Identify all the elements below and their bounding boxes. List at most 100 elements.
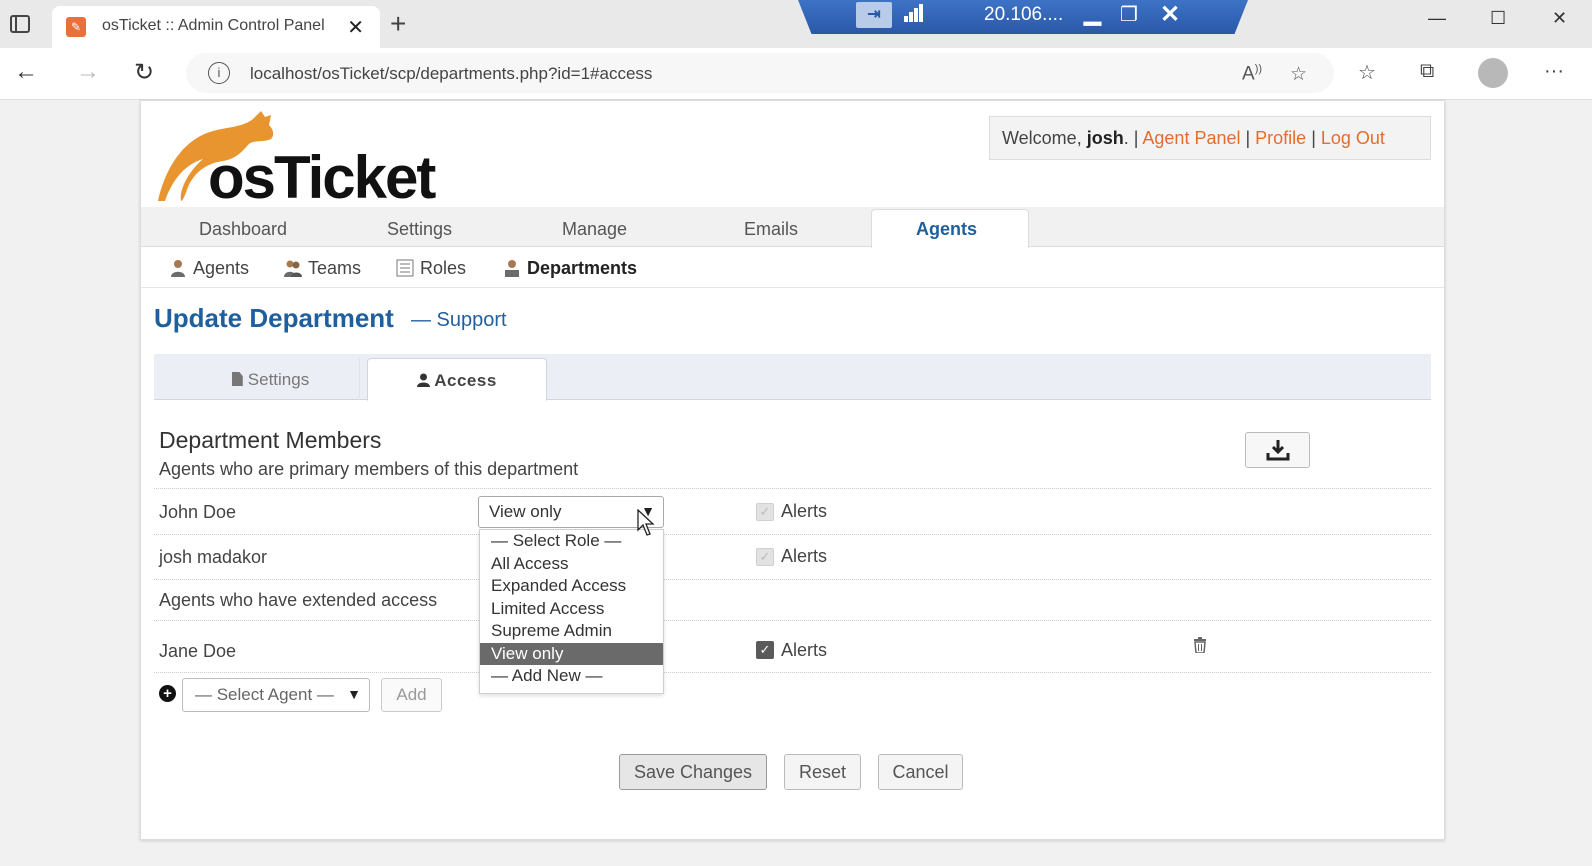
download-button[interactable] [1245, 432, 1310, 468]
tab-settings[interactable]: Settings [182, 358, 360, 400]
profile-avatar[interactable] [1478, 58, 1508, 88]
address-bar-row: ← → ↻ i localhost/osTicket/scp/departmen… [0, 48, 1592, 100]
tab-settings-label: Settings [247, 370, 310, 389]
nav-settings[interactable]: Settings [387, 219, 452, 240]
extended-members-subheading: Agents who have extended access [159, 590, 438, 610]
welcome-prefix: Welcome, [1002, 128, 1087, 148]
remote-restore-icon[interactable]: ❐ [1120, 2, 1138, 27]
alerts-checkbox[interactable]: ✓ [756, 503, 774, 521]
browser-tab-bar: ✎ osTicket :: Admin Control Panel ✕ + ⇥ … [0, 0, 1592, 48]
admin-page: osTicket Welcome, josh. | Agent Panel | … [140, 100, 1445, 840]
page-subtitle: — Support [411, 309, 507, 331]
member-name: John Doe [159, 502, 237, 522]
logout-link[interactable]: Log Out [1321, 128, 1385, 148]
add-agent-button[interactable]: Add [381, 678, 442, 712]
save-changes-button[interactable]: Save Changes [619, 754, 767, 790]
collections-icon[interactable]: ⧉ [1420, 60, 1434, 83]
signal-icon [904, 4, 924, 22]
reset-button[interactable]: Reset [784, 754, 861, 790]
logo[interactable]: osTicket [153, 109, 443, 211]
nav-emails[interactable]: Emails [744, 219, 798, 240]
window-close-icon[interactable]: ✕ [1552, 8, 1567, 29]
nav-agents[interactable]: Agents [916, 219, 977, 240]
username: josh [1086, 128, 1124, 148]
tab-title: osTicket :: Admin Control Panel [102, 17, 325, 34]
separator: | [1306, 128, 1321, 148]
url-text[interactable]: localhost/osTicket/scp/departments.php?i… [250, 64, 652, 84]
remote-close-icon[interactable]: ✕ [1160, 0, 1180, 29]
department-icon [505, 260, 519, 277]
welcome-box: Welcome, josh. | Agent Panel | Profile |… [989, 116, 1431, 160]
remote-minimize-icon[interactable]: ▁ [1084, 0, 1101, 26]
trash-icon[interactable] [1193, 637, 1207, 653]
download-icon [1266, 440, 1290, 461]
subnav-departments-label: Departments [527, 258, 638, 278]
row-divider [154, 620, 1431, 621]
new-tab-button[interactable]: + [390, 8, 406, 40]
mouse-cursor-icon [637, 509, 655, 536]
role-option[interactable]: Expanded Access [480, 575, 663, 598]
window-maximize-icon[interactable]: ☐ [1490, 8, 1506, 29]
role-dropdown-list: — Select Role — All Access Expanded Acce… [479, 529, 664, 694]
agent-icon [171, 260, 185, 277]
role-option-selected[interactable]: View only [480, 642, 663, 665]
profile-link[interactable]: Profile [1255, 128, 1306, 148]
alerts-checkbox[interactable]: ✓ [756, 641, 774, 659]
logo-text: osTicket [208, 144, 436, 211]
member-name: Jane Doe [159, 641, 237, 661]
agent-panel-link[interactable]: Agent Panel [1142, 128, 1240, 148]
separator: | [1240, 128, 1256, 148]
select-agent-dropdown[interactable]: — Select Agent — ▼ [182, 678, 370, 712]
role-option[interactable]: All Access [480, 553, 663, 576]
subnav-teams-label: Teams [308, 258, 362, 278]
member-name: josh madakor [159, 547, 268, 567]
reload-icon[interactable]: ↻ [134, 58, 154, 87]
row-divider [154, 579, 1431, 580]
role-option[interactable]: — Select Role — [480, 530, 663, 553]
subnav-departments[interactable]: Departments [503, 258, 637, 279]
primary-members-subheading: Agents who are primary members of this d… [159, 459, 579, 479]
url-input[interactable]: i localhost/osTicket/scp/departments.php… [186, 53, 1334, 93]
window-minimize-icon[interactable]: — [1428, 8, 1446, 29]
subnav-teams[interactable]: Teams [284, 258, 361, 279]
role-option[interactable]: — Add New — [480, 665, 663, 688]
tab-access[interactable]: Access [367, 358, 547, 401]
nav-manage[interactable]: Manage [562, 219, 627, 240]
browser-tab[interactable]: ✎ osTicket :: Admin Control Panel ✕ [52, 6, 380, 48]
role-option[interactable]: Supreme Admin [480, 620, 663, 643]
role-option[interactable]: Limited Access [480, 598, 663, 621]
more-icon[interactable]: ··· [1544, 60, 1564, 83]
team-icon [284, 260, 302, 277]
remote-host-label: 20.106.... [984, 4, 1064, 25]
subnav-agents[interactable]: Agents [169, 258, 249, 279]
sub-nav: Agents Teams Roles Departments [141, 248, 1444, 288]
favorites-icon[interactable]: ☆ [1358, 60, 1376, 85]
welcome-suffix: . | [1123, 128, 1143, 148]
subnav-roles-label: Roles [420, 258, 467, 278]
alerts-label: Alerts [781, 501, 828, 521]
close-tab-icon[interactable]: ✕ [347, 15, 364, 40]
alerts-label: Alerts [781, 546, 828, 566]
nav-dashboard[interactable]: Dashboard [199, 219, 287, 240]
favicon-icon: ✎ [66, 17, 86, 37]
main-nav: Dashboard Settings Manage Emails Agents [141, 207, 1444, 248]
add-favorite-icon[interactable]: ☆ [1290, 63, 1307, 86]
cancel-button[interactable]: Cancel [878, 754, 963, 790]
add-circle-icon: + [159, 685, 176, 702]
tab-access-label: Access [434, 371, 497, 390]
pin-icon[interactable]: ⇥ [856, 2, 892, 28]
subnav-roles[interactable]: Roles [396, 258, 466, 279]
alerts-checkbox[interactable]: ✓ [756, 548, 774, 566]
form-tabs: Settings Access [154, 354, 1431, 401]
roles-icon [396, 259, 414, 277]
tab-actions-icon[interactable] [10, 15, 30, 33]
forward-icon[interactable]: → [76, 58, 100, 86]
row-divider [154, 534, 1431, 535]
back-icon[interactable]: ← [14, 58, 38, 86]
site-info-icon[interactable]: i [208, 62, 230, 84]
select-agent-value: — Select Agent — [195, 685, 334, 704]
row-divider [154, 488, 1431, 489]
read-aloud-icon[interactable]: A)) [1242, 63, 1262, 85]
page-title: Update Department [154, 303, 394, 333]
members-heading: Department Members [159, 427, 382, 453]
